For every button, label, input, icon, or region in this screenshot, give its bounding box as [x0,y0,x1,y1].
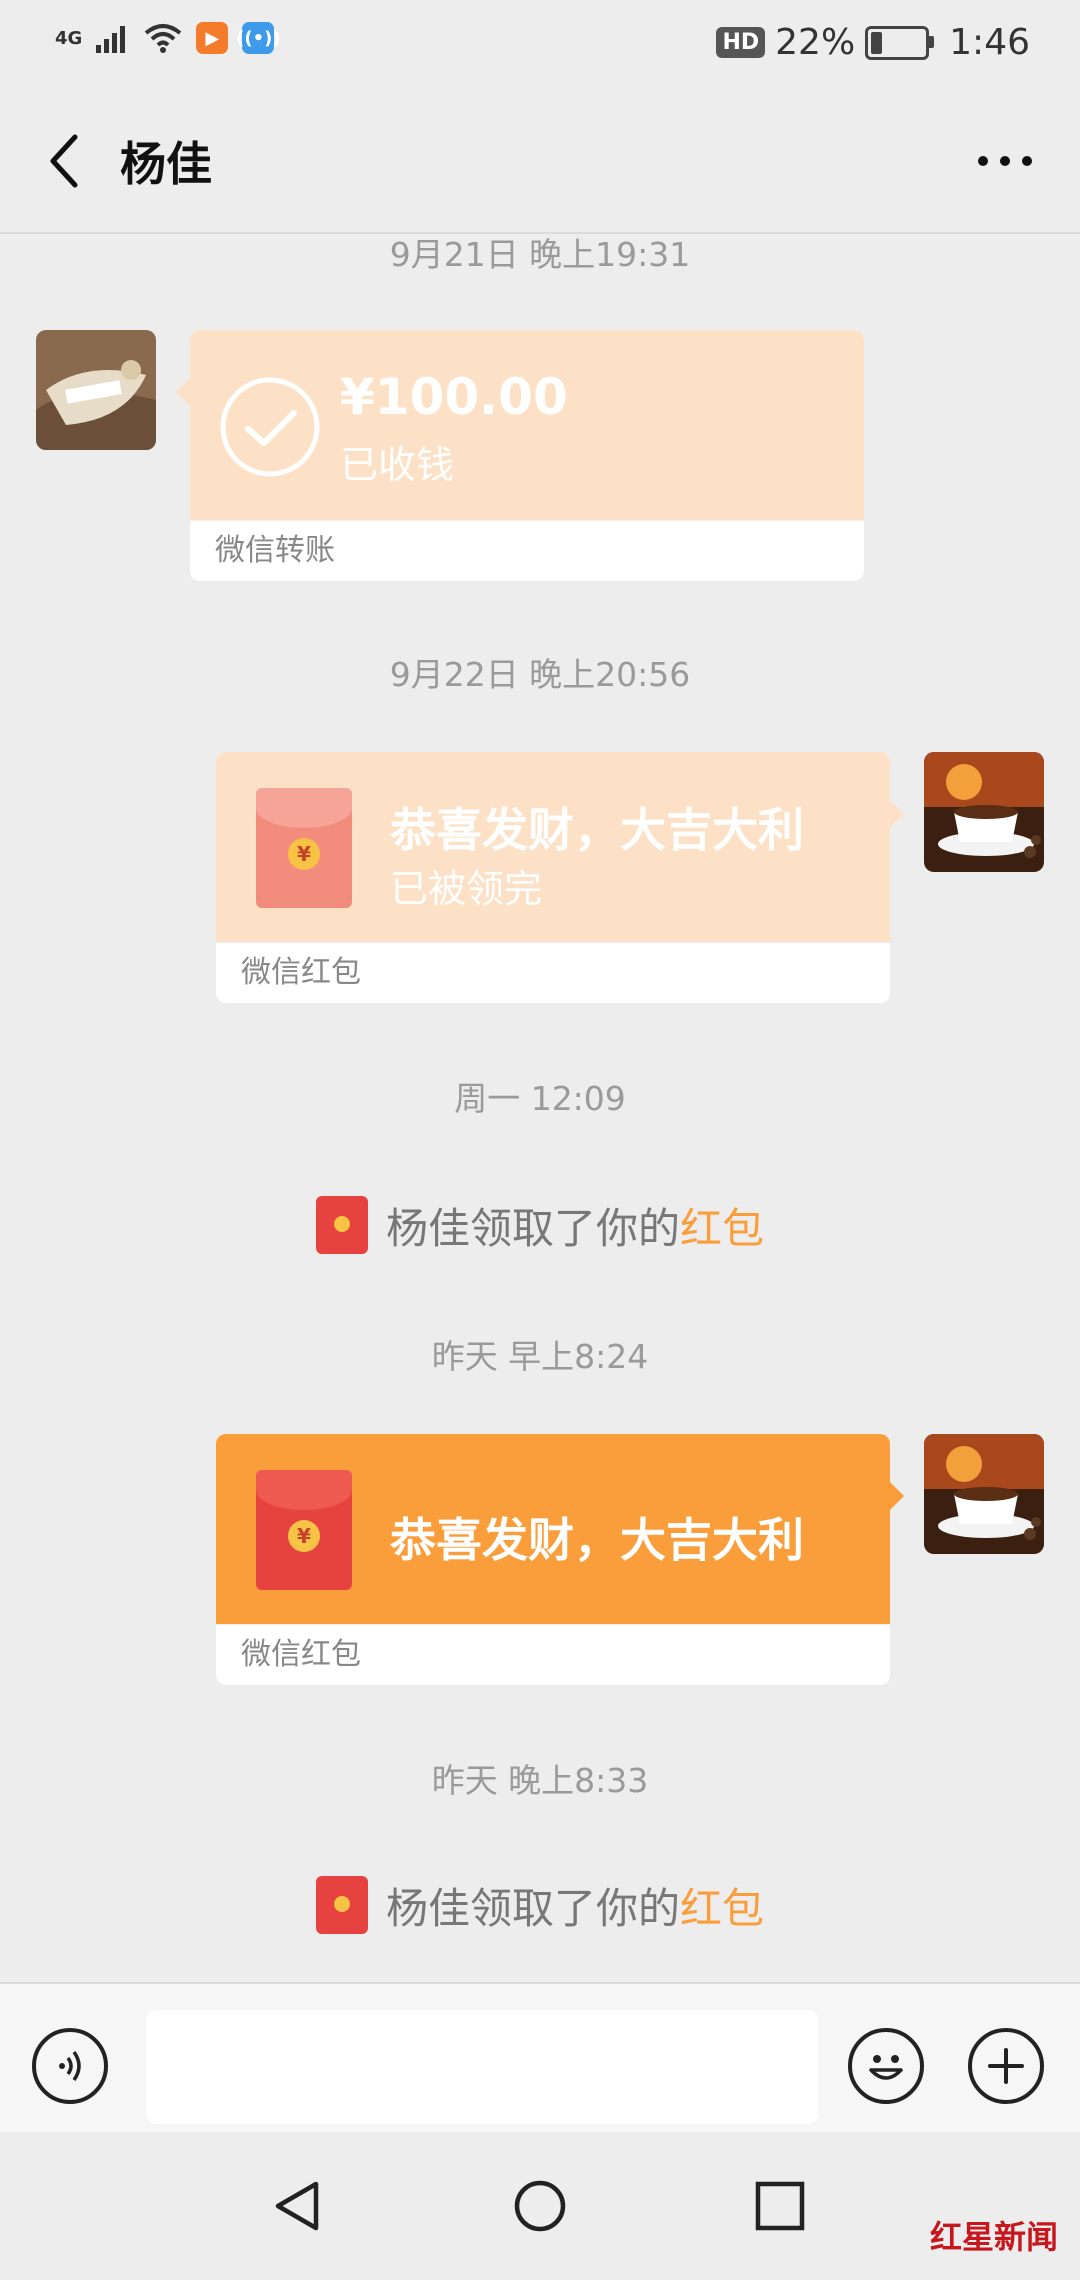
mini-red-envelope-icon [315,1876,368,1934]
nav-home-button[interactable] [512,2178,568,2238]
transfer-footer: 微信转账 [190,520,864,581]
video-app-icon: ▶ [196,22,229,54]
hotspot-app-icon: ((•)) [236,22,281,54]
signal-icon [96,26,126,53]
battery-icon [865,25,935,60]
chevron-left-icon [50,134,78,188]
bubble-tail [890,800,904,828]
chat-title: 杨佳 [120,137,212,191]
voice-button[interactable] [32,2028,108,2104]
red-envelope-icon: ¥ [256,1470,352,1590]
voice-icon [59,2050,81,2082]
coffee-avatar-image [924,752,1044,872]
notice-red-packet-link[interactable]: 红包 [680,1884,764,1933]
square-recents-icon [755,2181,805,2231]
transfer-status: 已收钱 [340,443,455,487]
watermark: 红星新闻 [929,2218,1058,2256]
chat-header: 杨佳 [0,90,1080,234]
notice-red-packet-link[interactable]: 红包 [680,1204,764,1253]
more-button[interactable] [960,126,1050,196]
status-icons-left: 4G ▶ ((•)) [55,22,281,54]
contact-avatar[interactable] [36,330,156,450]
timestamp: 9月21日 晚上19:31 [389,235,691,274]
message-input[interactable] [146,2010,818,2124]
circle-home-icon [514,2180,566,2232]
notice-text: 杨佳领取了你的 [385,1203,680,1253]
system-navigation-bar: 红星新闻 [0,2132,1080,2280]
more-dots-icon [978,156,1032,166]
nav-recents-button[interactable] [754,2180,806,2236]
timestamp: 昨天 晚上8:33 [431,1761,649,1800]
timestamp: 昨天 早上8:24 [431,1337,649,1376]
red-packet-card[interactable]: ¥ 恭喜发财，大吉大利 微信红包 [216,1434,904,1685]
red-packet-footer: 微信红包 [216,1624,890,1685]
red-packet-footer: 微信红包 [216,942,890,1003]
status-bar: 4G ▶ ((•)) HD 22% 1:46 [0,0,1080,90]
emoji-icon [869,2055,903,2080]
more-functions-button[interactable] [968,2028,1044,2104]
bubble-tail [890,1482,904,1510]
red-packet-claim-notice: 杨佳领取了你的红包 [0,1872,1080,1938]
red-packet-status: 已被领完 [390,867,543,911]
transfer-amount: ¥100.00 [340,368,568,426]
nav-back-button[interactable] [270,2178,326,2238]
status-icons-right: HD 22% 1:46 [716,22,1030,63]
red-packet-card-body: ¥ 恭喜发财，大吉大利 [216,1434,904,1624]
back-button[interactable] [30,126,100,196]
transfer-card[interactable]: ¥100.00 已收钱 微信转账 [176,330,864,581]
timestamp: 周一 12:09 [454,1079,626,1118]
coffee-avatar-image [924,1434,1044,1554]
timestamp: 9月22日 晚上20:56 [389,655,691,694]
transfer-card-body: ¥100.00 已收钱 [176,330,864,520]
red-packet-card[interactable]: ¥ 恭喜发财，大吉大利 已被领完 微信红包 [216,752,904,1003]
clock: 1:46 [949,22,1030,63]
bubble-tail [176,378,190,406]
hd-badge: HD [716,27,766,58]
red-packet-card-body: ¥ 恭喜发财，大吉大利 已被领完 [216,752,904,942]
network-label: 4G [55,27,83,49]
red-packet-claim-notice: 杨佳领取了你的红包 [0,1192,1080,1258]
avatar-image [36,330,156,450]
notice-text: 杨佳领取了你的 [385,1883,680,1933]
battery-percent: 22% [775,22,856,63]
red-packet-title: 恭喜发财，大吉大利 [390,803,804,857]
input-bar [0,1982,1080,2134]
check-circle-icon [220,377,320,477]
emoji-button[interactable] [848,2028,924,2104]
my-avatar[interactable] [924,1434,1044,1554]
mini-red-envelope-icon [315,1196,368,1254]
my-avatar[interactable] [924,752,1044,872]
wifi-icon [145,24,182,53]
red-packet-title: 恭喜发财，大吉大利 [390,1513,804,1567]
triangle-back-icon [275,2181,319,2231]
plus-icon [988,2048,1024,2084]
red-envelope-icon: ¥ [256,788,352,908]
